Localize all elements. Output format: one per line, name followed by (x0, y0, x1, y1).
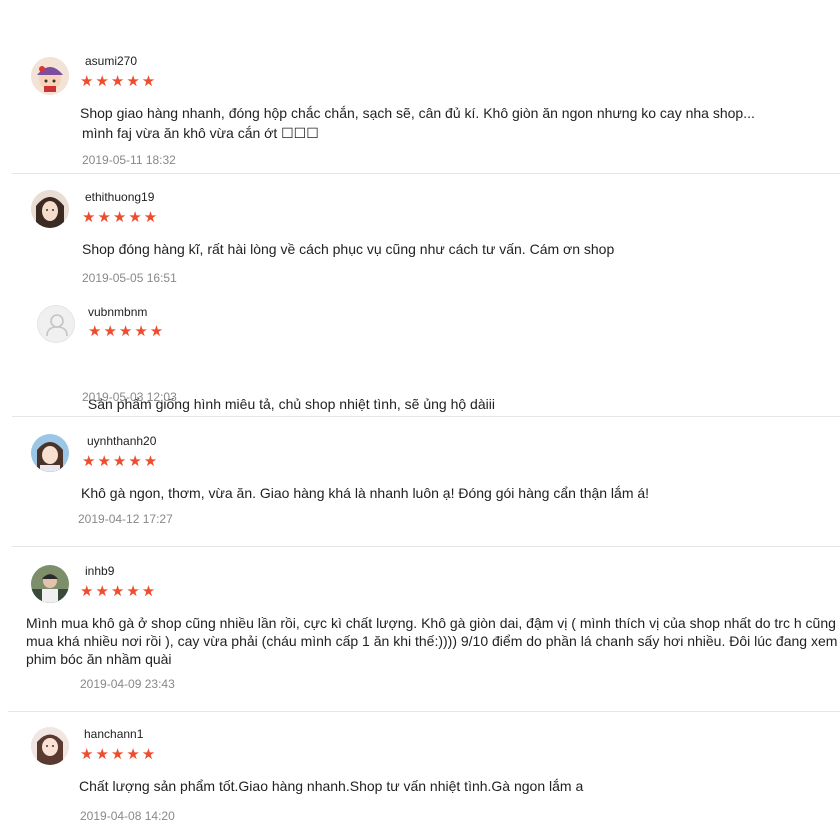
review-date: 2019-04-09 23:43 (80, 677, 175, 691)
review-date: 2019-04-12 17:27 (78, 512, 173, 526)
review-divider (12, 416, 840, 417)
rating-stars: ★★★★★ (88, 323, 166, 340)
comment-line: Khô gà ngon, thơm, vừa ăn. Giao hàng khá… (81, 485, 650, 501)
review-comment: Shop đóng hàng kĩ, rất hài lòng về cách … (82, 239, 614, 259)
review-comment: Khô gà ngon, thơm, vừa ăn. Giao hàng khá… (81, 483, 649, 503)
review-comment: Chất lượng sản phẩm tốt.Giao hàng nhanh.… (79, 776, 583, 796)
reviewer-username[interactable]: inhb9 (85, 564, 114, 578)
avatar[interactable] (37, 305, 75, 343)
reviewer-username[interactable]: ethithuong19 (85, 190, 154, 204)
comment-line: Shop giao hàng nhanh, đóng hộp chắc chắn… (80, 105, 755, 121)
reviewer-username[interactable]: vubnmbnm (88, 305, 147, 319)
review-divider (12, 173, 840, 174)
review-date: 2019-05-11 18:32 (82, 153, 176, 167)
comment-line: Chất lượng sản phẩm tốt.Giao hàng nhanh.… (79, 778, 584, 794)
comment-line: mua khá nhiều nơi rồi ), cay vừa phải (c… (26, 633, 838, 649)
reviewer-username[interactable]: asumi270 (85, 54, 137, 68)
rating-stars: ★★★★★ (80, 583, 158, 600)
reviewer-username[interactable]: uynhthanh20 (87, 434, 156, 448)
review-date: 2019-05-03 12:03 (82, 390, 177, 404)
comment-line: Shop đóng hàng kĩ, rất hài lòng về cách … (82, 241, 615, 257)
rating-stars: ★★★★★ (80, 73, 158, 90)
rating-stars: ★★★★★ (80, 746, 158, 763)
avatar[interactable] (31, 434, 69, 472)
review-comment: Mình mua khô gà ở shop cũng nhiều lần rồ… (26, 614, 837, 668)
rating-stars: ★★★★★ (82, 453, 160, 470)
review-comment: Shop giao hàng nhanh, đóng hộp chắc chắn… (80, 103, 755, 143)
comment-line: phim bóc ăn nhầm quài (26, 651, 172, 667)
comment-line: Mình mua khô gà ở shop cũng nhiều lần rồ… (26, 615, 836, 631)
avatar[interactable] (31, 57, 69, 95)
avatar[interactable] (31, 565, 69, 603)
review-divider (12, 546, 840, 547)
comment-line: mình faj vừa ăn khô vừa cắn ớt ☐☐☐ (82, 125, 319, 141)
default-user-icon (46, 314, 68, 337)
review-date: 2019-05-05 16:51 (82, 271, 177, 285)
reviewer-username[interactable]: hanchann1 (84, 727, 143, 741)
avatar[interactable] (31, 727, 69, 765)
review-divider (8, 711, 840, 712)
avatar[interactable] (31, 190, 69, 228)
rating-stars: ★★★★★ (82, 209, 160, 226)
review-date: 2019-04-08 14:20 (80, 809, 175, 823)
